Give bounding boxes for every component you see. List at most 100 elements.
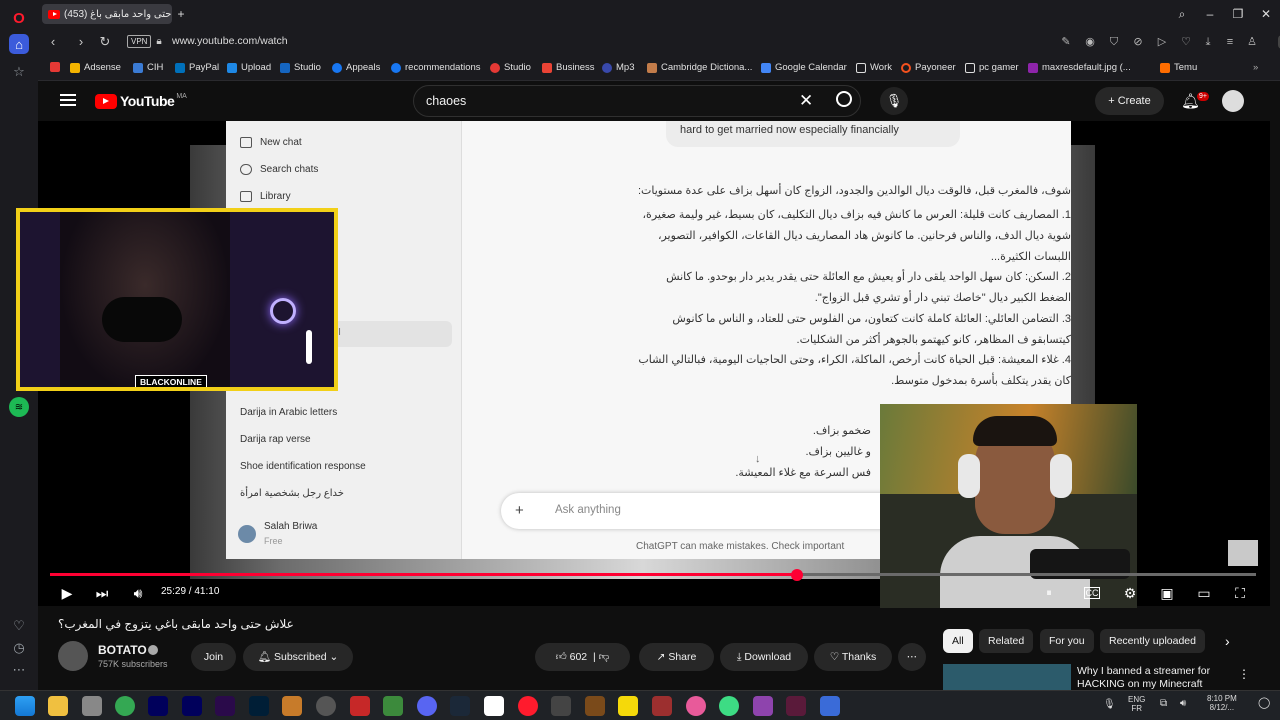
chip-related[interactable]: Related: [979, 629, 1034, 653]
play-button[interactable]: ▶: [58, 584, 76, 602]
chip-for-you[interactable]: For you: [1040, 629, 1094, 653]
bookmark-maxresdefault[interactable]: maxresdefault.jpg (...: [1028, 62, 1131, 73]
bookmark-upload[interactable]: Upload: [227, 62, 271, 73]
recommended-thumbnail[interactable]: [943, 664, 1071, 690]
maximize-button[interactable]: ❐: [1229, 5, 1247, 23]
volume-icon[interactable]: 🔊︎: [129, 584, 147, 602]
subscribed-button[interactable]: 🔔︎ Subscribed ⌄: [243, 643, 353, 671]
chip-all[interactable]: All: [943, 629, 973, 653]
shield-icon[interactable]: ⛉: [1107, 35, 1121, 49]
reload-icon[interactable]: ↻: [97, 34, 113, 50]
hamburger-menu-icon[interactable]: [60, 94, 76, 106]
avatar[interactable]: [1222, 90, 1244, 112]
create-button[interactable]: + Create: [1095, 87, 1164, 115]
bookmark-mp3[interactable]: Mp3: [602, 62, 634, 73]
chip-recently-uploaded[interactable]: Recently uploaded: [1100, 629, 1205, 653]
forward-icon[interactable]: ›: [73, 34, 89, 50]
notion-icon[interactable]: [484, 696, 504, 716]
tab-youtube[interactable]: (453) علاش حتى واحد مابقى باغ...: [42, 4, 172, 24]
clock[interactable]: 8:10 PM 8/12/...: [1207, 694, 1237, 712]
bookmark-cambridge[interactable]: Cambridge Dictiona...: [647, 62, 752, 73]
more-icon[interactable]: ⋯: [9, 660, 29, 680]
voice-search-icon[interactable]: 🎙︎: [880, 87, 908, 115]
fullscreen-icon[interactable]: ⛶: [1231, 584, 1249, 602]
app-icon[interactable]: [686, 696, 706, 716]
chrome-icon[interactable]: [115, 696, 135, 716]
app-icon[interactable]: [350, 696, 370, 716]
bookmark-paypal[interactable]: PayPal: [175, 62, 219, 73]
new-tab-button[interactable]: +: [172, 5, 190, 23]
download-button[interactable]: ⤓ Download: [720, 643, 808, 671]
notifications-icon[interactable]: ◯: [1258, 698, 1270, 709]
premiere-icon[interactable]: [215, 696, 235, 716]
back-icon[interactable]: ‹: [45, 34, 61, 50]
app-icon[interactable]: [652, 696, 672, 716]
volume-icon[interactable]: 🔊︎: [1180, 699, 1186, 709]
search-input[interactable]: chaoes: [426, 94, 466, 108]
app-icon[interactable]: [753, 696, 773, 716]
bookmark-business[interactable]: Business: [542, 62, 595, 73]
thanks-button[interactable]: ♡ Thanks: [814, 643, 892, 671]
search-icon[interactable]: [836, 91, 852, 107]
search-tabs-icon[interactable]: ⌕: [1173, 5, 1191, 23]
home-icon[interactable]: ⌂: [9, 34, 29, 54]
file-explorer-icon[interactable]: [48, 696, 68, 716]
opera-logo-icon[interactable]: O: [9, 8, 29, 28]
next-button[interactable]: ⏭: [93, 584, 111, 602]
app-icon[interactable]: [551, 696, 571, 716]
bookmark-google-calendar[interactable]: Google Calendar: [761, 62, 847, 73]
heart-icon[interactable]: ♡: [1179, 35, 1193, 49]
minecraft-icon[interactable]: [383, 696, 403, 716]
spotify-icon[interactable]: ≋: [9, 397, 29, 417]
join-button[interactable]: Join: [191, 643, 236, 671]
more-actions-button[interactable]: ⋯: [898, 643, 926, 671]
camera-icon[interactable]: ◉: [1083, 35, 1097, 49]
app-icon[interactable]: [820, 696, 840, 716]
search-box[interactable]: chaoes ✕: [413, 85, 861, 117]
channel-avatar[interactable]: [58, 641, 88, 671]
share-button[interactable]: ↗ Share: [639, 643, 714, 671]
miro-icon[interactable]: [618, 696, 638, 716]
bookmark-adsense[interactable]: [50, 62, 64, 72]
close-window-button[interactable]: ✕: [1257, 5, 1275, 23]
bookmark-cih[interactable]: CIH: [133, 62, 163, 73]
language-indicator[interactable]: ENG FR: [1128, 695, 1145, 713]
settings-gear-icon[interactable]: ⚙: [1121, 584, 1139, 602]
discord-icon[interactable]: [417, 696, 437, 716]
bookmark-work[interactable]: Work: [856, 62, 892, 73]
steam-icon[interactable]: [450, 696, 470, 716]
bookmark-studio[interactable]: Studio: [280, 62, 321, 73]
edit-icon[interactable]: ✎: [1059, 35, 1073, 49]
microphone-icon[interactable]: 🎙︎: [1103, 700, 1116, 710]
windows-start-icon[interactable]: [15, 696, 35, 716]
network-icon[interactable]: ⧉: [1160, 699, 1167, 709]
app-icon[interactable]: [282, 696, 302, 716]
autoplay-toggle[interactable]: ⏸: [1040, 584, 1058, 602]
bookmark-pc-gamer[interactable]: pc gamer: [965, 62, 1019, 73]
star-icon[interactable]: ☆: [9, 62, 29, 82]
bookmark-recommendations[interactable]: recommendations: [391, 62, 481, 73]
bookmark-appeals[interactable]: Appeals: [332, 62, 380, 73]
heart-icon[interactable]: ♡: [9, 616, 29, 636]
bookmark-payoneer[interactable]: Payoneer: [901, 62, 956, 73]
opera-icon[interactable]: [518, 696, 538, 716]
miniplayer-icon[interactable]: ▣: [1158, 584, 1176, 602]
vpn-badge[interactable]: VPN: [127, 35, 152, 48]
audition-icon[interactable]: [148, 696, 168, 716]
play-icon[interactable]: ▷: [1155, 35, 1169, 49]
recommended-title[interactable]: Why I banned a streamer for HACKING on m…: [1077, 665, 1227, 690]
app-icon[interactable]: [786, 696, 806, 716]
media-encoder-icon[interactable]: [182, 696, 202, 716]
app-icon[interactable]: [585, 696, 605, 716]
recommended-more-icon[interactable]: ⋮: [1238, 667, 1250, 681]
url-field[interactable]: www.youtube.com/watch: [172, 35, 288, 47]
account-icon[interactable]: ♙: [1245, 35, 1259, 49]
bookmark-studio-2[interactable]: Studio: [490, 62, 531, 73]
lock-icon[interactable]: 🔒︎: [151, 34, 167, 50]
app-icon[interactable]: [82, 696, 102, 716]
theater-mode-icon[interactable]: ▭: [1195, 584, 1213, 602]
ad-block-icon[interactable]: ⊘: [1131, 35, 1145, 49]
clear-search-icon[interactable]: ✕: [799, 91, 813, 111]
youtube-logo[interactable]: YouTube MA: [95, 93, 187, 109]
scrubber-handle[interactable]: [791, 569, 803, 581]
